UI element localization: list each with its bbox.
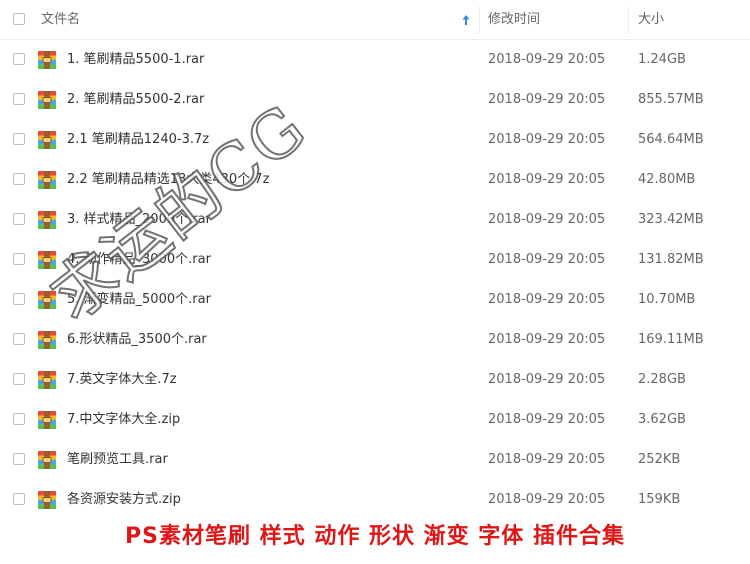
archive-file-icon (38, 131, 56, 149)
file-size: 1.24GB (638, 52, 686, 67)
file-modified-time: 2018-09-29 20:05 (488, 212, 606, 227)
file-size: 2.28GB (638, 372, 686, 387)
archive-file-icon (38, 491, 56, 509)
table-row[interactable]: 2.1 笔刷精品1240-3.7z 2018-09-29 20:05 564.64M… (0, 120, 750, 160)
file-modified-time: 2018-09-29 20:05 (488, 412, 606, 427)
select-all-checkbox[interactable] (13, 13, 25, 25)
file-size: 131.82MB (638, 252, 704, 267)
file-size: 159KB (638, 492, 681, 507)
file-name[interactable]: 笔刷预览工具.rar (67, 451, 168, 469)
row-checkbox[interactable] (13, 493, 25, 505)
archive-file-icon (38, 411, 56, 429)
row-checkbox[interactable] (13, 333, 25, 345)
archive-file-icon (38, 91, 56, 109)
file-modified-time: 2018-09-29 20:05 (488, 492, 606, 507)
row-checkbox[interactable] (13, 53, 25, 65)
archive-file-icon (38, 331, 56, 349)
archive-file-icon (38, 171, 56, 189)
file-name[interactable]: 2. 笔刷精品5500-2.rar (67, 91, 204, 109)
file-modified-time: 2018-09-29 20:05 (488, 132, 606, 147)
file-size: 10.70MB (638, 292, 696, 307)
file-size: 3.62GB (638, 412, 686, 427)
row-checkbox[interactable] (13, 133, 25, 145)
column-divider[interactable] (479, 6, 480, 34)
row-checkbox[interactable] (13, 213, 25, 225)
row-checkbox[interactable] (13, 373, 25, 385)
column-header-date[interactable]: 修改时间 (488, 12, 540, 28)
archive-file-icon (38, 451, 56, 469)
row-checkbox[interactable] (13, 173, 25, 185)
column-header-name[interactable]: 文件名 (41, 12, 80, 28)
table-row[interactable]: 6.形状精品_3500个.rar 2018-09-29 20:05 169.11MB (0, 320, 750, 360)
archive-file-icon (38, 211, 56, 229)
file-modified-time: 2018-09-29 20:05 (488, 52, 606, 67)
table-row[interactable]: 2.2 笔刷精品精选13大类430个.7z 2018-09-29 20:05 42.… (0, 160, 750, 200)
file-modified-time: 2018-09-29 20:05 (488, 332, 606, 347)
file-size: 169.11MB (638, 332, 704, 347)
promo-banner: PS素材笔刷 样式 动作 形状 渐变 字体 插件合集 (125, 524, 625, 549)
row-checkbox[interactable] (13, 253, 25, 265)
table-row[interactable]: 笔刷预览工具.rar 2018-09-29 20:05 252KB (0, 440, 750, 480)
file-modified-time: 2018-09-29 20:05 (488, 292, 606, 307)
table-row[interactable]: 7.中文字体大全.zip 2018-09-29 20:05 3.62GB (0, 400, 750, 440)
column-header-size[interactable]: 大小 (638, 12, 664, 28)
table-row[interactable]: 1. 笔刷精品5500-1.rar 2018-09-29 20:05 1.24GB (0, 40, 750, 80)
archive-file-icon (38, 51, 56, 69)
file-size: 564.64MB (638, 132, 704, 147)
row-checkbox[interactable] (13, 413, 25, 425)
file-size: 855.57MB (638, 92, 704, 107)
file-name[interactable]: 1. 笔刷精品5500-1.rar (67, 51, 204, 69)
arrow-up-icon[interactable] (461, 12, 471, 28)
file-modified-time: 2018-09-29 20:05 (488, 172, 606, 187)
file-size: 252KB (638, 452, 681, 467)
file-name[interactable]: 7.中文字体大全.zip (67, 411, 180, 429)
file-name[interactable]: 各资源安装方式.zip (67, 491, 181, 509)
file-modified-time: 2018-09-29 20:05 (488, 252, 606, 267)
file-size: 42.80MB (638, 172, 696, 187)
file-modified-time: 2018-09-29 20:05 (488, 92, 606, 107)
file-list-header: 文件名 修改时间 大小 (0, 0, 750, 40)
file-size: 323.42MB (638, 212, 704, 227)
table-row[interactable]: 2. 笔刷精品5500-2.rar 2018-09-29 20:05 855.57M… (0, 80, 750, 120)
file-name[interactable]: 7.英文字体大全.7z (67, 371, 177, 389)
archive-file-icon (38, 371, 56, 389)
row-checkbox[interactable] (13, 453, 25, 465)
file-modified-time: 2018-09-29 20:05 (488, 452, 606, 467)
column-divider[interactable] (628, 6, 629, 34)
file-modified-time: 2018-09-29 20:05 (488, 372, 606, 387)
table-row[interactable]: 7.英文字体大全.7z 2018-09-29 20:05 2.28GB (0, 360, 750, 400)
table-row[interactable]: 各资源安装方式.zip 2018-09-29 20:05 159KB (0, 480, 750, 520)
row-checkbox[interactable] (13, 93, 25, 105)
row-checkbox[interactable] (13, 293, 25, 305)
